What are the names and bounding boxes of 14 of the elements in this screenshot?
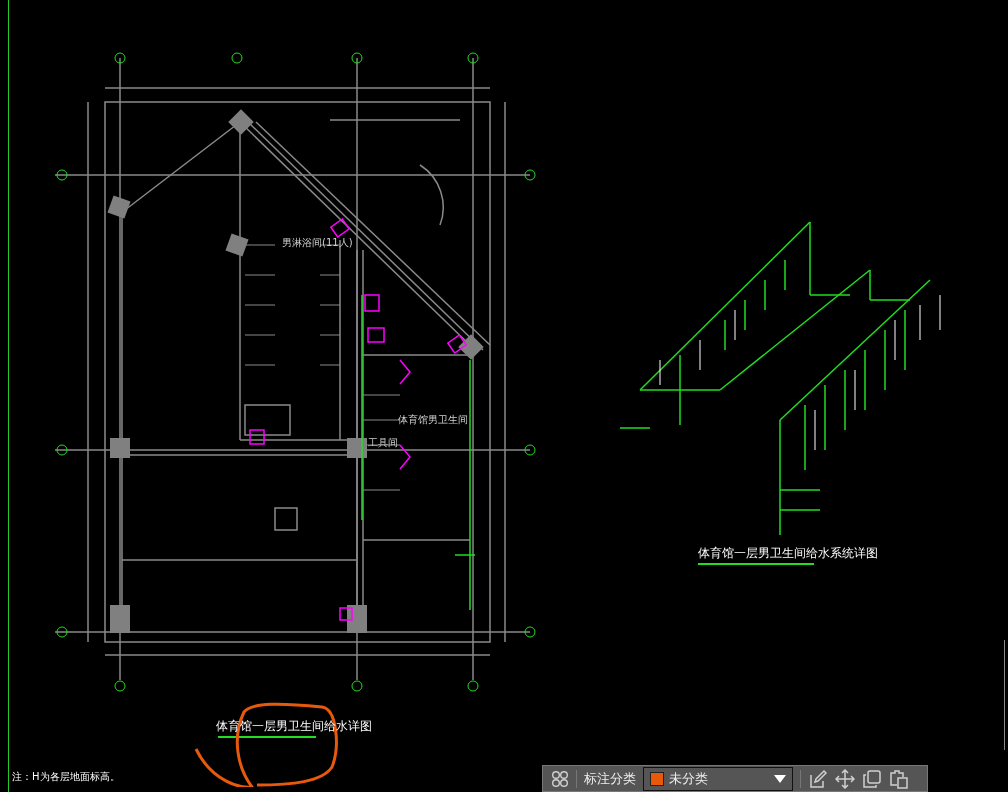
room-label: 工具间: [368, 436, 398, 449]
copy-icon[interactable]: [862, 768, 882, 789]
drawing-title: 体育馆一层男卫生间给水系统详图: [698, 547, 878, 560]
room-label: 男淋浴间(11人): [282, 236, 353, 249]
edit-icon[interactable]: [808, 768, 828, 789]
room-label: 体育馆男卫生间: [398, 413, 468, 426]
paste-icon[interactable]: [889, 768, 909, 789]
category-label: 标注分类: [584, 769, 636, 788]
caret-icon: [774, 774, 786, 783]
category-dropdown[interactable]: 未分类: [643, 766, 793, 791]
move-icon[interactable]: [835, 768, 855, 789]
drawing-note: 注：H为各层地面标高。: [12, 770, 120, 783]
grid-icon[interactable]: [551, 769, 569, 788]
dropdown-value: 未分类: [669, 769, 709, 788]
